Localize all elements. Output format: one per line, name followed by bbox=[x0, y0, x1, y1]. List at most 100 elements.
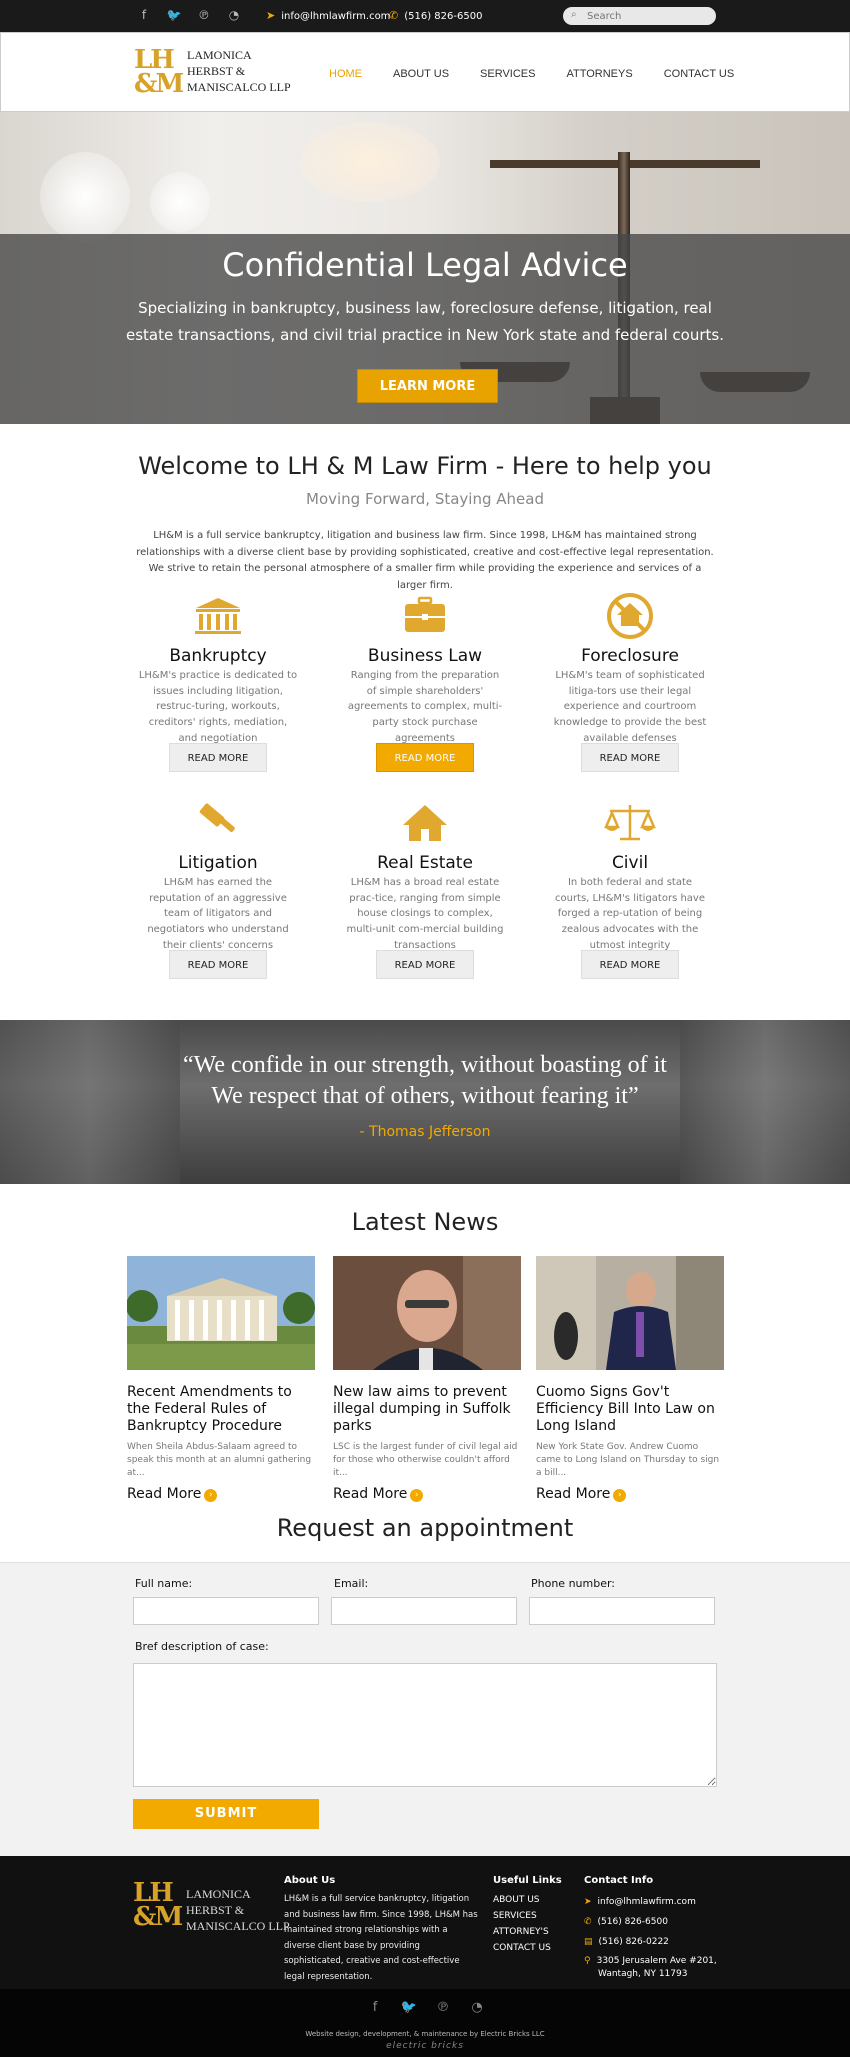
nav-home[interactable]: HOME bbox=[329, 68, 362, 80]
twitter-icon[interactable]: 🐦 bbox=[166, 8, 182, 22]
footer-link-contact-us[interactable]: CONTACT US bbox=[493, 1940, 551, 1956]
send-icon: ➤ bbox=[584, 1897, 592, 1907]
news-title[interactable]: New law aims to prevent illegal dumping … bbox=[333, 1384, 521, 1435]
social-links: f 🐦 ℗ ◔ bbox=[136, 8, 242, 22]
bank-icon bbox=[195, 598, 241, 634]
credit-text: Website design, development, & maintenan… bbox=[305, 2030, 545, 2038]
description-label: Bref description of case: bbox=[135, 1640, 269, 1653]
appointment-form: Full name: Email: Phone number: Bref des… bbox=[0, 1562, 850, 1856]
footer-contact-title: Contact Info bbox=[584, 1875, 654, 1886]
topbar-phone[interactable]: ✆ (516) 826-6500 bbox=[389, 9, 482, 22]
rss-icon[interactable]: ◔ bbox=[226, 8, 242, 22]
logo-text: LAMONICA HERBST & MANISCALCO LLP bbox=[187, 48, 291, 94]
read-more-button[interactable]: READ MORE bbox=[376, 950, 474, 979]
rss-icon[interactable]: ◔ bbox=[468, 2000, 486, 2015]
bottom-bar: f 🐦 ℗ ◔ Website design, development, & m… bbox=[0, 1989, 850, 2057]
facebook-icon[interactable]: f bbox=[136, 8, 152, 22]
news-image-portrait[interactable] bbox=[333, 1256, 521, 1370]
news-title[interactable]: Recent Amendments to the Federal Rules o… bbox=[127, 1384, 315, 1435]
logo-text: LAMONICA HERBST & MANISCALCO LLP bbox=[186, 1887, 290, 1933]
footer-link-about-us[interactable]: ABOUT US bbox=[493, 1892, 551, 1908]
read-more-button[interactable]: READ MORE bbox=[581, 950, 679, 979]
send-icon: ➤ bbox=[266, 9, 276, 22]
service-text: In both federal and state courts, LH&M's… bbox=[554, 877, 705, 951]
top-bar: f 🐦 ℗ ◔ ➤ info@lhmlawfirm.com ✆ (516) 826-… bbox=[0, 0, 850, 32]
phone-icon: ✆ bbox=[389, 9, 399, 22]
phone-label: Phone number: bbox=[531, 1577, 616, 1590]
email-field[interactable] bbox=[331, 1597, 517, 1625]
nav-contact-us[interactable]: CONTACT US bbox=[664, 68, 735, 80]
news-image-courthouse[interactable] bbox=[127, 1256, 315, 1370]
footer-phone[interactable]: ✆ (516) 826-6500 bbox=[584, 1912, 717, 1932]
news-item: Cuomo Signs Gov't Efficiency Bill Into L… bbox=[536, 1256, 724, 1502]
footer-email[interactable]: ➤ info@lhmlawfirm.com bbox=[584, 1892, 717, 1912]
map-pin-icon: ⚲ bbox=[584, 1956, 591, 1966]
search-box: ⌕ bbox=[563, 7, 716, 25]
service-foreclosure: Foreclosure LH&M's team of sophisticated… bbox=[550, 592, 710, 772]
news-section-title: Latest News bbox=[351, 1208, 499, 1236]
house-icon bbox=[403, 805, 447, 841]
hero-bokeh bbox=[150, 172, 210, 232]
hero-subtitle: Specializing in bankruptcy, business law… bbox=[126, 299, 724, 344]
submit-button[interactable]: SUBMIT bbox=[133, 1799, 319, 1829]
logo-mark: LH &M bbox=[133, 1878, 183, 1932]
service-title: Foreclosure bbox=[581, 646, 679, 666]
logo-mark: LH &M bbox=[134, 45, 184, 99]
hero-title: Confidential Legal Advice bbox=[222, 246, 628, 284]
service-bankruptcy: Bankruptcy LH&M's practice is dedicated … bbox=[138, 592, 298, 772]
footer-link-attorneys[interactable]: ATTORNEY'S bbox=[493, 1924, 551, 1940]
phone-field[interactable] bbox=[529, 1597, 715, 1625]
footer-address: ⚲ 3305 Jerusalem Ave #201, Wantagh, NY 117… bbox=[584, 1956, 717, 1979]
read-more-button[interactable]: READ MORE bbox=[581, 743, 679, 772]
news-item: Recent Amendments to the Federal Rules o… bbox=[127, 1256, 315, 1502]
welcome-subtitle: Moving Forward, Staying Ahead bbox=[306, 490, 544, 508]
footer-links-title: Useful Links bbox=[493, 1875, 562, 1886]
search-icon[interactable]: ⌕ bbox=[571, 9, 577, 20]
read-more-link[interactable]: Read More › bbox=[127, 1486, 315, 1502]
footer-about-text: LH&M is a full service bankruptcy, litig… bbox=[284, 1894, 478, 1982]
news-title[interactable]: Cuomo Signs Gov't Efficiency Bill Into L… bbox=[536, 1384, 724, 1435]
welcome-description: LH&M is a full service bankruptcy, litig… bbox=[136, 530, 714, 591]
phone-icon: ✆ bbox=[584, 1917, 592, 1927]
hero-banner: Confidential Legal Advice Specializing i… bbox=[0, 112, 850, 424]
topbar-email[interactable]: ➤ info@lhmlawfirm.com bbox=[266, 9, 390, 22]
learn-more-button[interactable]: LEARN MORE bbox=[357, 369, 498, 403]
footer-link-services[interactable]: SERVICES bbox=[493, 1908, 551, 1924]
site-header: LH &M LAMONICA HERBST & MANISCALCO LLP H… bbox=[0, 32, 850, 112]
full-name-label: Full name: bbox=[135, 1577, 193, 1590]
service-title: Bankruptcy bbox=[169, 646, 267, 666]
pinterest-icon[interactable]: ℗ bbox=[196, 8, 212, 22]
read-more-button[interactable]: READ MORE bbox=[169, 950, 267, 979]
electric-bricks-logo[interactable]: electric bricks bbox=[0, 2041, 850, 2051]
quote-author: - Thomas Jefferson bbox=[359, 1124, 491, 1140]
nav-attorneys[interactable]: ATTORNEYS bbox=[566, 68, 632, 80]
service-title: Litigation bbox=[178, 853, 258, 873]
read-more-button[interactable]: READ MORE bbox=[169, 743, 267, 772]
read-more-button[interactable]: READ MORE bbox=[376, 743, 474, 772]
email-label: Email: bbox=[334, 1577, 369, 1590]
welcome-title: Welcome to LH & M Law Firm - Here to hel… bbox=[138, 452, 712, 480]
service-litigation: Litigation LH&M has earned the reputatio… bbox=[138, 799, 298, 979]
read-more-link[interactable]: Read More › bbox=[333, 1486, 521, 1502]
read-more-link[interactable]: Read More › bbox=[536, 1486, 724, 1502]
pinterest-icon[interactable]: ℗ bbox=[434, 2000, 452, 2015]
arrow-right-icon: › bbox=[613, 1489, 627, 1502]
no-house-icon bbox=[607, 593, 653, 639]
footer-fax: ▤ (516) 826-0222 bbox=[584, 1937, 669, 1947]
facebook-icon[interactable]: f bbox=[366, 2000, 384, 2015]
briefcase-icon bbox=[405, 596, 445, 632]
nav-about-us[interactable]: ABOUT US bbox=[393, 68, 449, 80]
hero-bokeh bbox=[40, 152, 130, 242]
news-image-street[interactable] bbox=[536, 1256, 724, 1370]
case-description-field[interactable] bbox=[133, 1663, 717, 1787]
footer-social-links: f 🐦 ℗ ◔ bbox=[366, 2000, 486, 2015]
service-civil: Civil In both federal and state courts, … bbox=[550, 799, 710, 979]
full-name-field[interactable] bbox=[133, 1597, 319, 1625]
arrow-right-icon: › bbox=[204, 1489, 218, 1502]
search-input[interactable] bbox=[587, 9, 707, 23]
service-text: LH&M's practice is dedicated to issues i… bbox=[138, 670, 298, 744]
scales-icon bbox=[604, 805, 656, 841]
twitter-icon[interactable]: 🐦 bbox=[400, 2000, 418, 2015]
footer-links: ABOUT US SERVICES ATTORNEY'S CONTACT US bbox=[493, 1892, 551, 1956]
nav-services[interactable]: SERVICES bbox=[480, 68, 535, 80]
